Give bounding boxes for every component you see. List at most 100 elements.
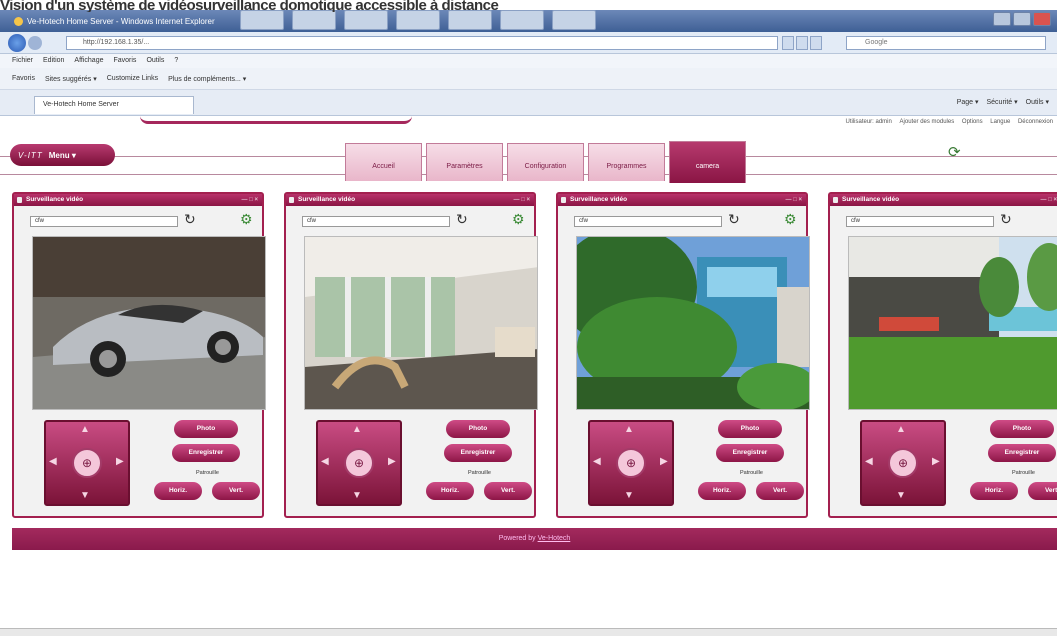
fav-favorites[interactable]: Favoris — [12, 75, 35, 82]
record-button[interactable]: Enregistrer — [716, 444, 784, 462]
center-icon[interactable]: ⊕ — [72, 448, 102, 478]
horiz-button[interactable]: Horiz. — [154, 482, 202, 500]
tool-tools[interactable]: Outils ▾ — [1026, 98, 1049, 106]
reload-icon[interactable]: ↻ — [456, 211, 468, 228]
maximize-button[interactable] — [1013, 12, 1031, 26]
menu-edit[interactable]: Edition — [43, 54, 64, 68]
tab-camera[interactable]: camera — [669, 141, 746, 183]
horiz-button[interactable]: Horiz. — [970, 482, 1018, 500]
center-icon[interactable]: ⊕ — [344, 448, 374, 478]
footer-link[interactable]: Ve-Hotech — [538, 535, 571, 542]
settings-icon[interactable]: ⚙ — [240, 211, 253, 228]
minimize-button[interactable] — [993, 12, 1011, 26]
horiz-button[interactable]: Horiz. — [698, 482, 746, 500]
photo-button[interactable]: Photo — [718, 420, 782, 438]
ptz-control-pad[interactable]: ▲ ▼ ◀ ▶ ⊕ — [316, 420, 402, 506]
record-button[interactable]: Enregistrer — [444, 444, 512, 462]
menu-view[interactable]: Affichage — [74, 54, 103, 68]
camera-select[interactable]: cfw — [574, 216, 722, 227]
tool-page[interactable]: Page ▾ — [957, 98, 979, 106]
url-field[interactable]: http://192.168.1.35/... — [66, 36, 778, 50]
browser-tab[interactable]: Ve-Hotech Home Server — [34, 96, 194, 114]
tab-configuration[interactable]: Configuration — [507, 143, 584, 181]
arrow-left-icon[interactable]: ◀ — [321, 456, 329, 467]
camera-select[interactable]: cfw — [30, 216, 178, 227]
forward-icon[interactable] — [28, 35, 42, 50]
record-button[interactable]: Enregistrer — [988, 444, 1056, 462]
vert-button[interactable]: Vert. — [1028, 482, 1057, 500]
menu-bar: Fichier Edition Affichage Favoris Outils… — [0, 54, 1057, 68]
arrow-up-icon[interactable]: ▲ — [352, 424, 362, 435]
fav-customize[interactable]: Customize Links — [107, 75, 158, 82]
arrow-right-icon[interactable]: ▶ — [388, 456, 396, 467]
center-icon[interactable]: ⊕ — [616, 448, 646, 478]
ptz-control-pad[interactable]: ▲ ▼ ◀ ▶ ⊕ — [588, 420, 674, 506]
camera-select[interactable]: cfw — [846, 216, 994, 227]
fav-suggested[interactable]: Sites suggérés ▾ — [45, 75, 97, 83]
back-icon[interactable] — [8, 33, 26, 52]
add-modules-link[interactable]: Ajouter des modules — [900, 119, 955, 125]
tab-parametres[interactable]: Paramètres — [426, 143, 503, 181]
camera-select[interactable]: cfw — [302, 216, 450, 227]
reload-icon[interactable]: ↻ — [728, 211, 740, 228]
photo-button[interactable]: Photo — [174, 420, 238, 438]
record-button[interactable]: Enregistrer — [172, 444, 240, 462]
arrow-down-icon[interactable]: ▼ — [352, 490, 362, 501]
tab-accueil[interactable]: Accueil — [345, 143, 422, 181]
task-block[interactable] — [396, 10, 440, 30]
refresh-icon[interactable]: ⟳ — [948, 143, 961, 161]
reload-icon[interactable]: ↻ — [1000, 211, 1012, 228]
language-link[interactable]: Langue — [990, 119, 1010, 125]
panel-controls-icon[interactable]: — □ × — [1041, 194, 1057, 206]
menu-button[interactable]: V-ITT Menu ▾ — [10, 144, 115, 166]
ptz-control-pad[interactable]: ▲ ▼ ◀ ▶ ⊕ — [44, 420, 130, 506]
task-block[interactable] — [292, 10, 336, 30]
task-block[interactable] — [500, 10, 544, 30]
search-input[interactable]: Google — [846, 36, 1046, 50]
refresh-icon[interactable] — [782, 36, 794, 50]
compat-icon[interactable] — [796, 36, 808, 50]
arrow-left-icon[interactable]: ◀ — [49, 456, 57, 467]
stop-icon[interactable] — [810, 36, 822, 50]
arrow-up-icon[interactable]: ▲ — [624, 424, 634, 435]
menu-file[interactable]: Fichier — [12, 54, 33, 68]
menu-help[interactable]: ? — [174, 54, 178, 68]
task-block[interactable] — [240, 10, 284, 30]
task-block[interactable] — [448, 10, 492, 30]
menu-favorites[interactable]: Favoris — [113, 54, 136, 68]
arrow-right-icon[interactable]: ▶ — [932, 456, 940, 467]
settings-icon[interactable]: ⚙ — [784, 211, 797, 228]
close-button[interactable] — [1033, 12, 1051, 26]
panel-title: Surveillance vidéo — [842, 196, 900, 203]
tool-security[interactable]: Sécurité ▾ — [987, 98, 1018, 106]
arrow-right-icon[interactable]: ▶ — [660, 456, 668, 467]
arrow-right-icon[interactable]: ▶ — [116, 456, 124, 467]
center-icon[interactable]: ⊕ — [888, 448, 918, 478]
panel-controls-icon[interactable]: — □ × — [242, 194, 258, 206]
photo-button[interactable]: Photo — [990, 420, 1054, 438]
horiz-button[interactable]: Horiz. — [426, 482, 474, 500]
vert-button[interactable]: Vert. — [484, 482, 532, 500]
tab-programmes[interactable]: Programmes — [588, 143, 665, 181]
arrow-up-icon[interactable]: ▲ — [80, 424, 90, 435]
vert-button[interactable]: Vert. — [212, 482, 260, 500]
photo-button[interactable]: Photo — [446, 420, 510, 438]
task-block[interactable] — [552, 10, 596, 30]
arrow-down-icon[interactable]: ▼ — [624, 490, 634, 501]
task-block[interactable] — [344, 10, 388, 30]
logout-link[interactable]: Déconnexion — [1018, 119, 1053, 125]
panel-controls-icon[interactable]: — □ × — [514, 194, 530, 206]
settings-icon[interactable]: ⚙ — [512, 211, 525, 228]
ptz-control-pad[interactable]: ▲ ▼ ◀ ▶ ⊕ — [860, 420, 946, 506]
menu-tools[interactable]: Outils — [146, 54, 164, 68]
arrow-down-icon[interactable]: ▼ — [80, 490, 90, 501]
arrow-down-icon[interactable]: ▼ — [896, 490, 906, 501]
panel-controls-icon[interactable]: — □ × — [786, 194, 802, 206]
reload-icon[interactable]: ↻ — [184, 211, 196, 228]
options-link[interactable]: Options — [962, 119, 983, 125]
arrow-up-icon[interactable]: ▲ — [896, 424, 906, 435]
arrow-left-icon[interactable]: ◀ — [865, 456, 873, 467]
fav-addons[interactable]: Plus de compléments... ▾ — [168, 75, 246, 83]
vert-button[interactable]: Vert. — [756, 482, 804, 500]
arrow-left-icon[interactable]: ◀ — [593, 456, 601, 467]
